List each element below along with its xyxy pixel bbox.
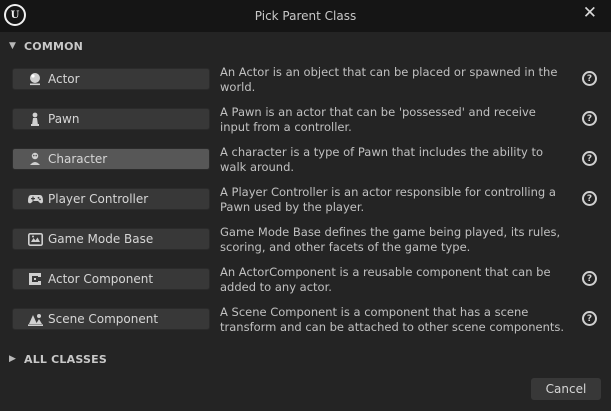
section-header-common[interactable]: ▼ COMMON xyxy=(0,32,611,60)
scene-component-icon xyxy=(27,311,43,327)
class-row-player-controller: Player Controller A Player Controller is… xyxy=(0,180,611,220)
actor-component-button[interactable]: Actor Component xyxy=(12,268,210,290)
class-row-scene-component: Scene Component A Scene Component is a c… xyxy=(0,300,611,340)
section-header-all-classes[interactable]: ▶ ALL CLASSES xyxy=(0,345,611,373)
close-button[interactable]: ✕ xyxy=(583,3,597,23)
class-row-actor: Actor An Actor is an object that can be … xyxy=(0,60,611,100)
actor-description: An Actor is an object that can be placed… xyxy=(220,65,558,94)
title-bar: U Pick Parent Class ✕ xyxy=(0,0,611,32)
scene-component-button[interactable]: Scene Component xyxy=(12,308,210,330)
help-icon[interactable]: ? xyxy=(582,151,597,166)
class-row-pawn: Pawn A Pawn is an actor that can be 'pos… xyxy=(0,100,611,140)
help-icon[interactable]: ? xyxy=(582,191,597,206)
help-icon[interactable]: ? xyxy=(582,71,597,86)
class-row-actor-component: Actor Component An ActorComponent is a r… xyxy=(0,260,611,300)
game-mode-icon xyxy=(27,231,43,247)
game-mode-base-button[interactable]: Game Mode Base xyxy=(12,228,210,250)
game-mode-base-button-label: Game Mode Base xyxy=(48,232,154,246)
chevron-right-icon: ▶ xyxy=(9,354,16,364)
player-controller-button[interactable]: Player Controller xyxy=(12,188,210,210)
character-button[interactable]: Character xyxy=(12,148,210,170)
class-row-character: Character A character is a type of Pawn … xyxy=(0,140,611,180)
pawn-icon xyxy=(27,111,43,127)
actor-component-button-label: Actor Component xyxy=(48,272,154,286)
game-mode-base-description: Game Mode Base defines the game being pl… xyxy=(220,225,561,254)
section-label-common: COMMON xyxy=(24,39,84,53)
scene-component-button-label: Scene Component xyxy=(48,312,159,326)
actor-sphere-icon xyxy=(27,71,43,87)
dialog-content: ▼ COMMON Actor An Actor is an object tha… xyxy=(0,32,611,411)
actor-component-description: An ActorComponent is a reusable componen… xyxy=(220,265,551,294)
pawn-button[interactable]: Pawn xyxy=(12,108,210,130)
class-row-game-mode-base: Game Mode Base Game Mode Base defines th… xyxy=(0,220,611,260)
pawn-button-label: Pawn xyxy=(48,112,80,126)
actor-button-label: Actor xyxy=(48,72,80,86)
character-description: A character is a type of Pawn that inclu… xyxy=(220,145,543,174)
help-icon[interactable]: ? xyxy=(582,111,597,126)
character-icon xyxy=(27,151,43,167)
chevron-down-icon: ▼ xyxy=(9,41,16,51)
gamepad-icon xyxy=(27,191,43,207)
character-button-label: Character xyxy=(48,152,108,166)
help-icon[interactable]: ? xyxy=(582,271,597,286)
cancel-button[interactable]: Cancel xyxy=(531,378,601,400)
scene-component-description: A Scene Component is a component that ha… xyxy=(220,305,565,334)
actor-component-icon xyxy=(27,271,43,287)
pawn-description: A Pawn is an actor that can be 'possesse… xyxy=(220,105,536,134)
player-controller-button-label: Player Controller xyxy=(48,192,149,206)
window-title: Pick Parent Class xyxy=(254,9,357,23)
actor-button[interactable]: Actor xyxy=(12,68,210,90)
help-icon[interactable]: ? xyxy=(582,311,597,326)
player-controller-description: A Player Controller is an actor responsi… xyxy=(220,185,556,214)
section-label-all-classes: ALL CLASSES xyxy=(24,352,107,366)
